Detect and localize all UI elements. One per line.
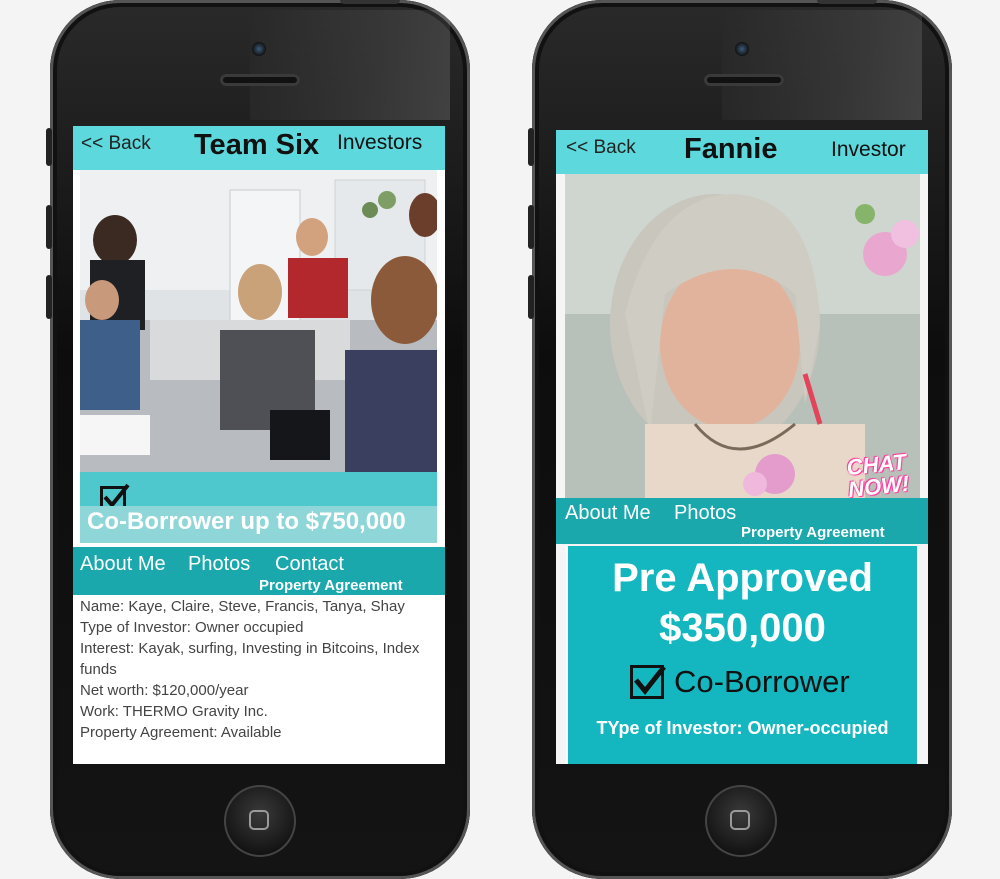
glass-reflection bbox=[722, 10, 922, 120]
tab-about-me[interactable]: About Me bbox=[80, 553, 166, 576]
header-bar: << Back Fannie Investor bbox=[556, 130, 928, 174]
tab-photos[interactable]: Photos bbox=[674, 502, 736, 525]
investor-details: Name: Kaye, Claire, Steve, Francis, Tany… bbox=[80, 596, 440, 743]
role-label: Investors bbox=[337, 131, 423, 154]
home-button-square-icon bbox=[730, 810, 750, 830]
detail-net-worth: Net worth: $120,000/year bbox=[80, 682, 249, 699]
volume-up-button bbox=[528, 205, 534, 249]
team-photo-image bbox=[80, 170, 437, 472]
checkbox-checked-icon[interactable] bbox=[630, 665, 666, 699]
approved-amount: $350,000 bbox=[659, 606, 826, 650]
header-bar: << Back Team Six Investors bbox=[73, 126, 445, 170]
left-phone: << Back Team Six Investors Co-Borrower u… bbox=[46, 0, 470, 879]
home-button[interactable] bbox=[224, 785, 296, 857]
mute-switch bbox=[46, 128, 52, 166]
role-label: Investor bbox=[831, 138, 906, 161]
detail-work: Work: THERMO Gravity Inc. bbox=[80, 703, 268, 720]
glass-reflection bbox=[250, 10, 450, 120]
detail-interest-cont: funds bbox=[80, 661, 117, 678]
detail-property-agreement: Property Agreement: Available bbox=[80, 724, 282, 741]
chat-now-badge[interactable]: CHAT NOW! bbox=[845, 449, 911, 498]
page-title: Fannie bbox=[684, 133, 778, 165]
detail-name: Name: Kaye, Claire, Steve, Francis, Tany… bbox=[80, 598, 405, 615]
volume-down-button bbox=[46, 275, 52, 319]
pre-approved-label: Pre Approved bbox=[612, 556, 873, 600]
front-camera bbox=[735, 42, 749, 56]
tab-property-agreement[interactable]: Property Agreement bbox=[259, 577, 403, 594]
borrower-banner-text: Co-Borrower up to $750,000 bbox=[87, 508, 406, 535]
back-link[interactable]: << Back bbox=[81, 133, 151, 155]
chat-badge-line2: NOW! bbox=[846, 470, 911, 498]
earpiece-speaker bbox=[704, 74, 784, 86]
right-screen: << Back Fannie Investor CHAT NOW! About … bbox=[556, 130, 928, 764]
tab-about-me[interactable]: About Me bbox=[565, 502, 651, 525]
earpiece-speaker bbox=[220, 74, 300, 86]
tab-property-agreement[interactable]: Property Agreement bbox=[741, 524, 885, 541]
detail-interest: Interest: Kayak, surfing, Investing in B… bbox=[80, 640, 420, 657]
power-button bbox=[340, 0, 400, 4]
borrower-banner: Co-Borrower up to $750,000 bbox=[80, 472, 437, 543]
home-button[interactable] bbox=[705, 785, 777, 857]
profile-tabs: About Me Photos Property Agreement bbox=[556, 498, 928, 544]
right-phone: << Back Fannie Investor CHAT NOW! About … bbox=[528, 0, 952, 879]
profile-tabs: About Me Photos Contact Property Agreeme… bbox=[73, 547, 445, 595]
volume-up-button bbox=[46, 205, 52, 249]
tab-contact[interactable]: Contact bbox=[275, 553, 344, 576]
approval-panel: Pre Approved $350,000 Co-Borrower TYpe o… bbox=[566, 546, 919, 764]
profile-photo-image bbox=[565, 174, 920, 498]
back-link[interactable]: << Back bbox=[566, 137, 636, 159]
left-screen: << Back Team Six Investors Co-Borrower u… bbox=[73, 126, 445, 764]
investor-type: TYpe of Investor: Owner-occupied bbox=[596, 718, 889, 738]
team-photo bbox=[80, 170, 437, 472]
power-button bbox=[817, 0, 877, 4]
tab-photos[interactable]: Photos bbox=[188, 553, 250, 576]
mute-switch bbox=[528, 128, 534, 166]
co-borrower-label: Co-Borrower bbox=[674, 664, 850, 699]
profile-photo: CHAT NOW! bbox=[565, 174, 920, 498]
home-button-square-icon bbox=[249, 810, 269, 830]
front-camera bbox=[252, 42, 266, 56]
detail-investor-type: Type of Investor: Owner occupied bbox=[80, 619, 304, 636]
page-title: Team Six bbox=[194, 129, 320, 161]
volume-down-button bbox=[528, 275, 534, 319]
